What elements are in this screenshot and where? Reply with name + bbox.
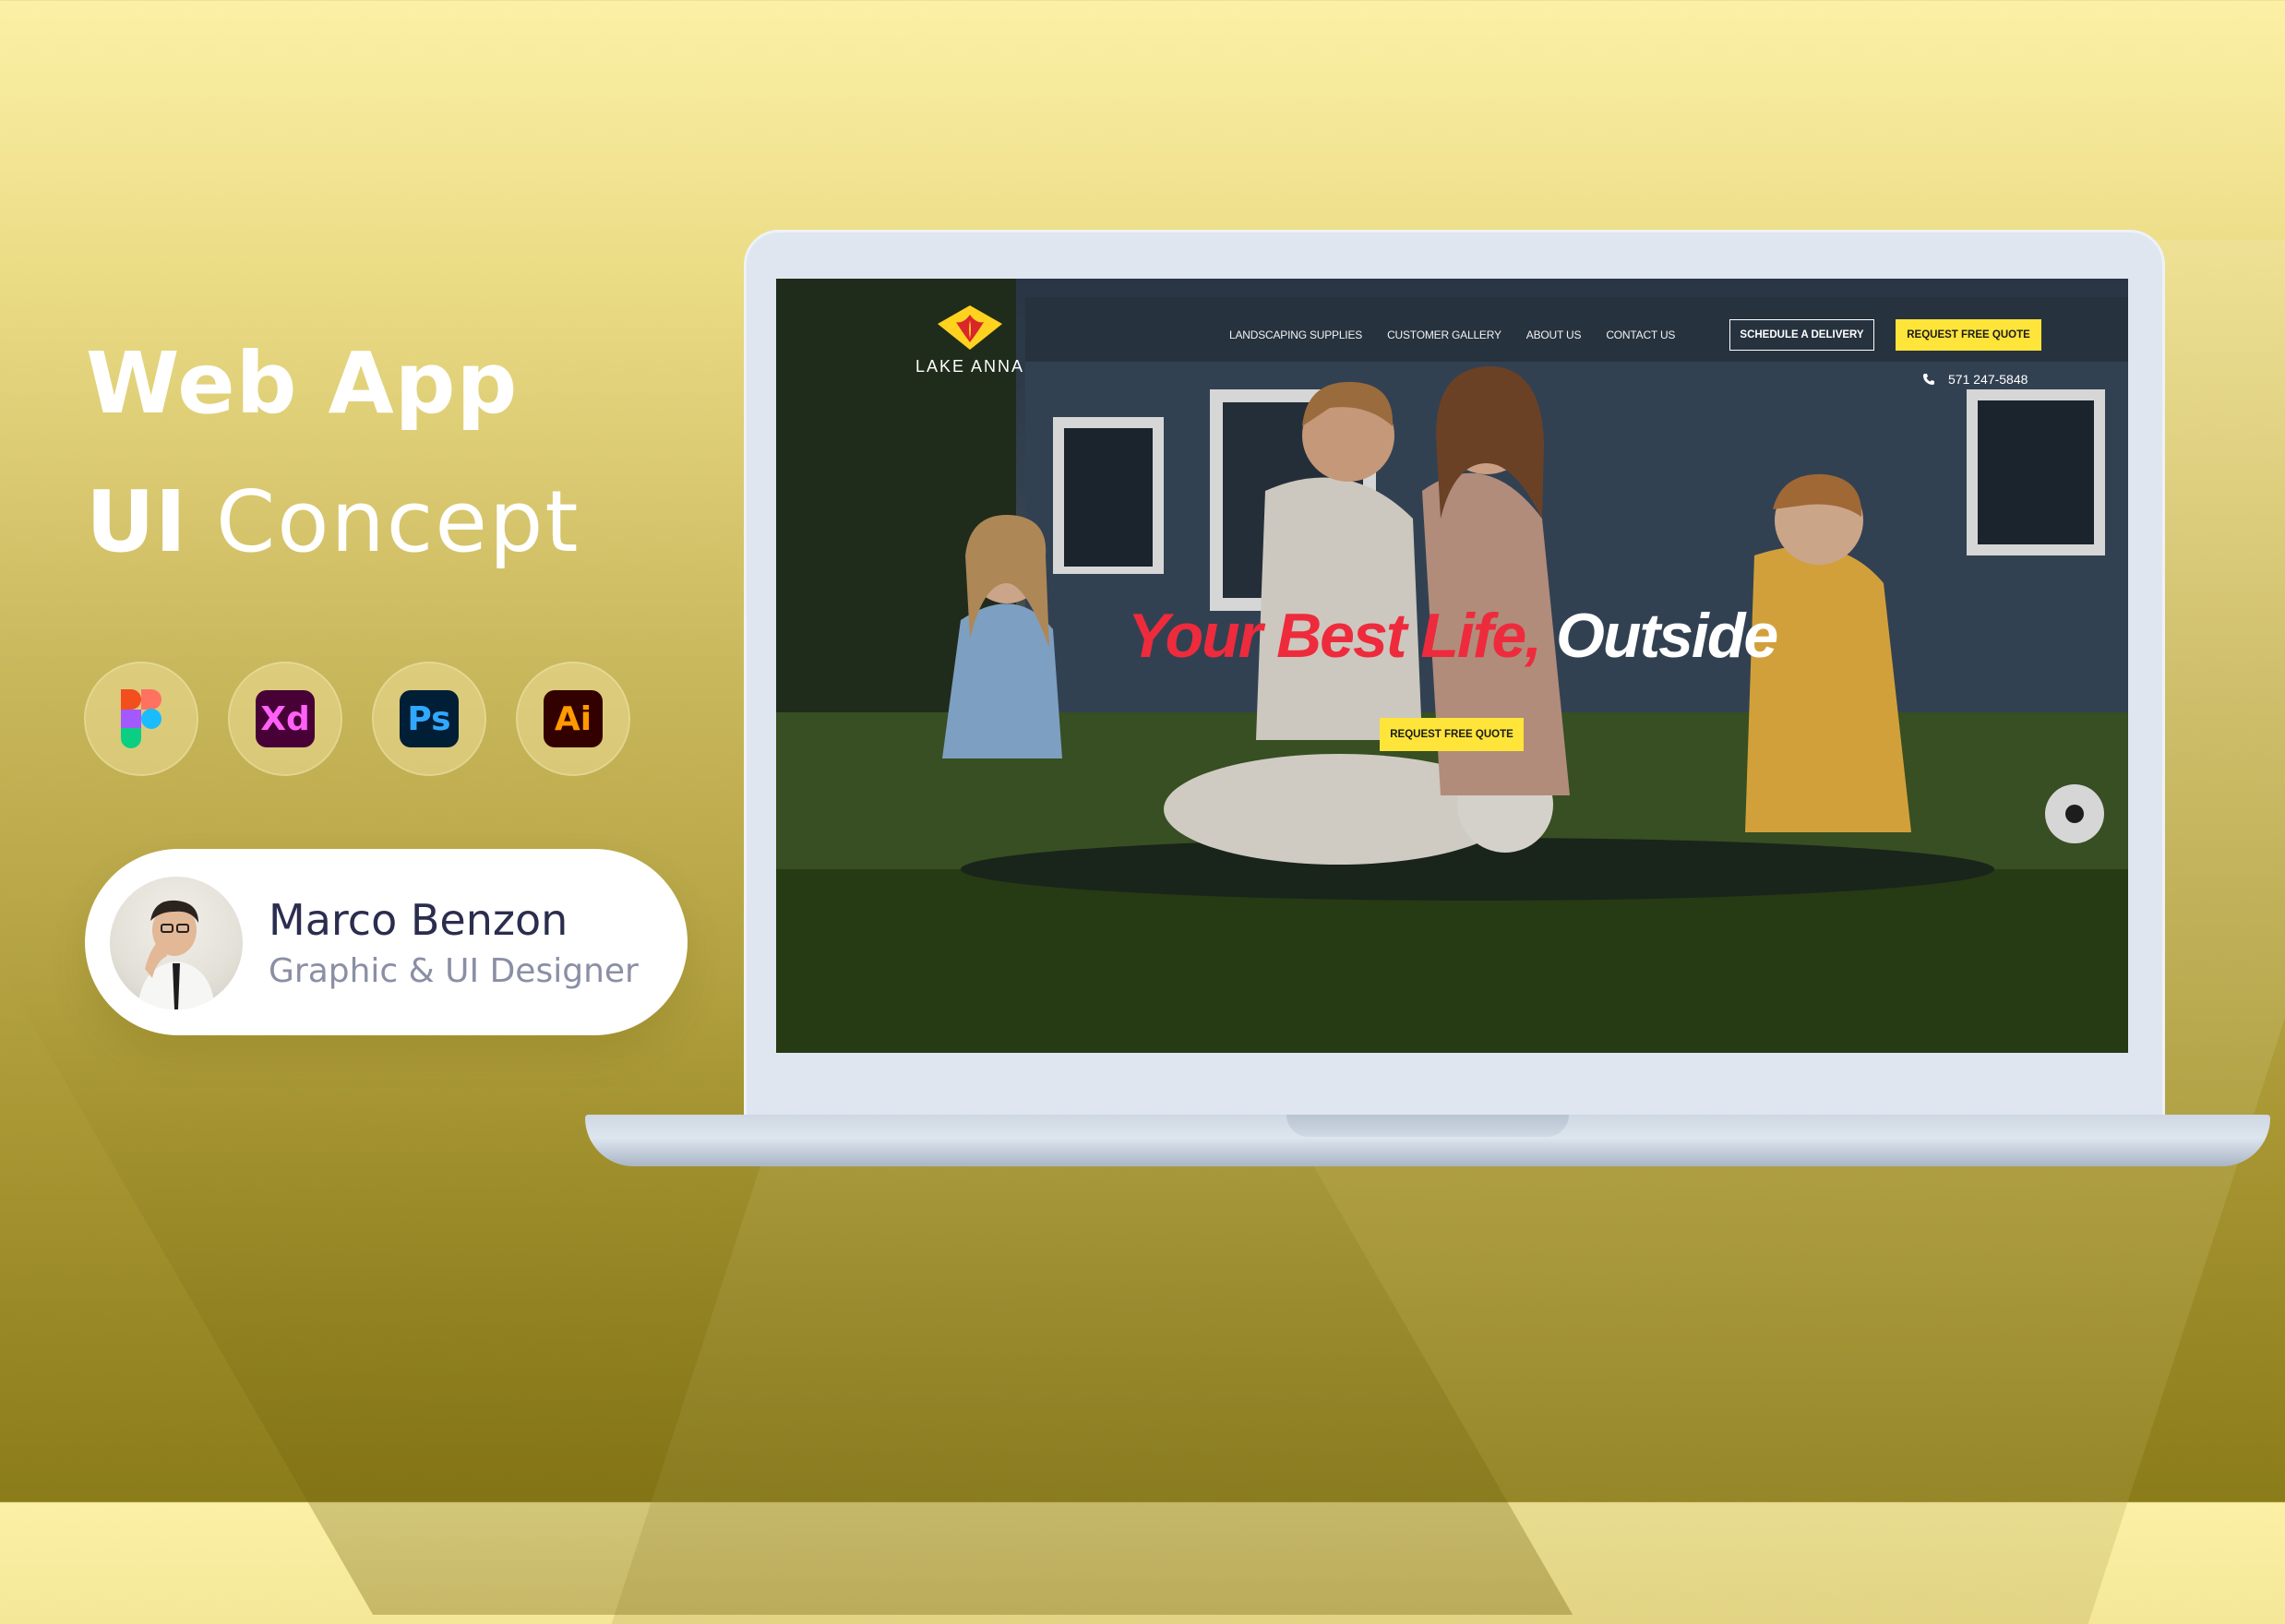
phone-icon bbox=[1923, 374, 1934, 385]
hero-request-quote-button[interactable]: REQUEST FREE QUOTE bbox=[1380, 718, 1524, 751]
headline-ui-concept: UI Concept bbox=[86, 480, 580, 565]
nav-landscaping-supplies[interactable]: LANDSCAPING SUPPLIES bbox=[1229, 328, 1362, 341]
site-nav: LANDSCAPING SUPPLIES CUSTOMER GALLERY AB… bbox=[1229, 328, 1675, 341]
ps-label: Ps bbox=[400, 690, 459, 747]
figma-icon bbox=[84, 662, 198, 776]
photoshop-icon: Ps bbox=[372, 662, 486, 776]
xd-label: Xd bbox=[256, 690, 315, 747]
illustrator-icon: Ai bbox=[516, 662, 630, 776]
phone-link[interactable]: 571 247-5848 bbox=[1922, 372, 2028, 387]
headline-web-app: Web App bbox=[86, 334, 519, 433]
schedule-delivery-button[interactable]: SCHEDULE A DELIVERY bbox=[1729, 319, 1874, 351]
laptop-notch bbox=[1286, 1115, 1569, 1137]
tool-icons: Xd Ps Ai bbox=[84, 662, 630, 776]
phone-number: 571 247-5848 bbox=[1948, 372, 2028, 387]
adobe-xd-icon: Xd bbox=[228, 662, 342, 776]
designer-name: Marco Benzon bbox=[269, 895, 568, 945]
nav-about-us[interactable]: ABOUT US bbox=[1526, 328, 1582, 341]
headline-concept: Concept bbox=[215, 472, 580, 571]
nav-customer-gallery[interactable]: CUSTOMER GALLERY bbox=[1387, 328, 1501, 341]
request-quote-button[interactable]: REQUEST FREE QUOTE bbox=[1896, 319, 2041, 351]
hero-title-white: Outside bbox=[1540, 601, 1778, 671]
designer-role: Graphic & UI Designer bbox=[269, 952, 639, 990]
nav-contact-us[interactable]: CONTACT US bbox=[1606, 328, 1675, 341]
hero-title: Your Best Life, Outside bbox=[776, 600, 2128, 672]
site-logo[interactable]: LAKE ANNA bbox=[914, 304, 1026, 376]
website-preview: LAKE ANNA LANDSCAPING SUPPLIES CUSTOMER … bbox=[776, 279, 2128, 1053]
hero-title-red: Your Best Life, bbox=[1127, 601, 1542, 671]
headline-ui: UI bbox=[86, 472, 186, 571]
brand-name: LAKE ANNA bbox=[915, 357, 1025, 376]
ai-label: Ai bbox=[544, 690, 603, 747]
avatar bbox=[110, 877, 243, 1009]
designer-card: Marco Benzon Graphic & UI Designer bbox=[85, 849, 688, 1035]
lake-anna-logo-icon bbox=[938, 305, 1002, 350]
